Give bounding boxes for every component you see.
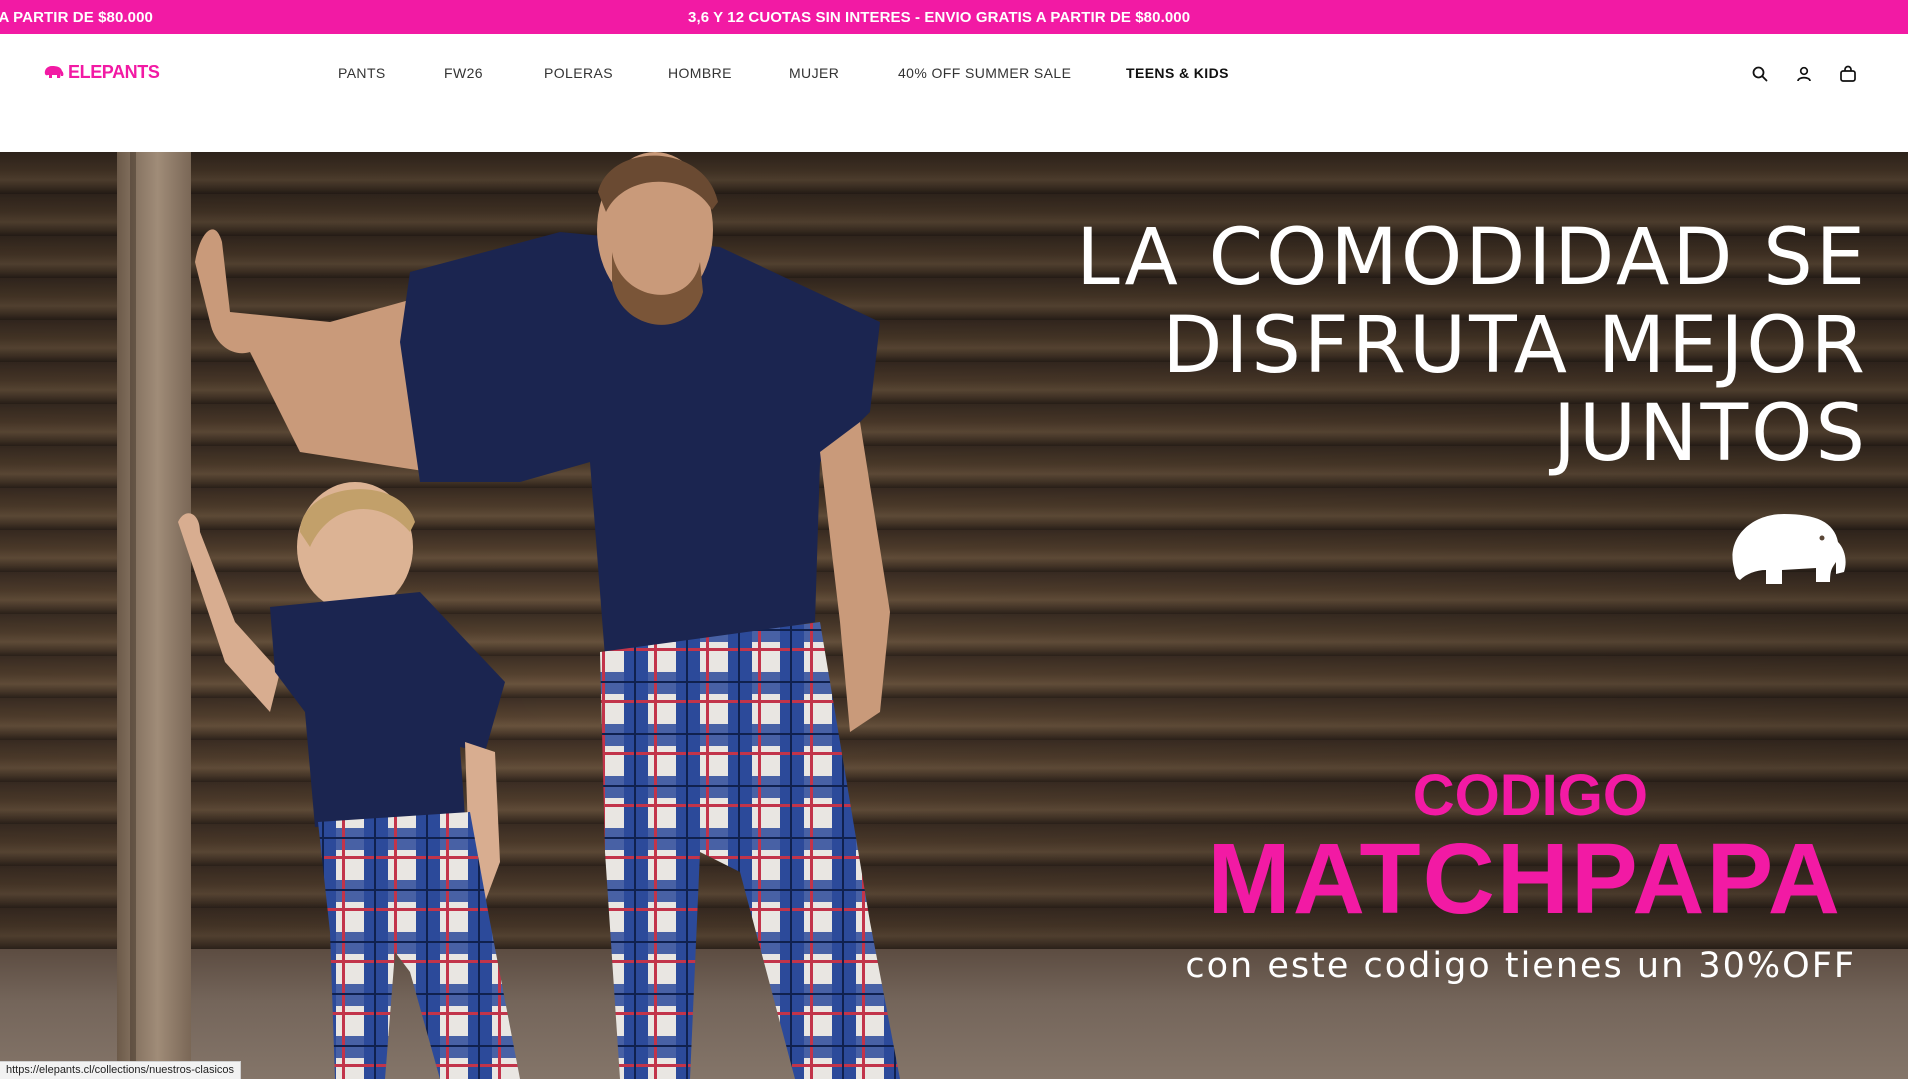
announcement-text: 3,6 Y 12 CUOTAS SIN INTERES - ENVIO GRAT… [688,9,1191,26]
promo-code: MATCHPAPA [1207,823,1842,935]
nav-item-fw26[interactable]: FW26 [444,65,483,81]
search-icon[interactable] [1750,64,1770,84]
nav-item-hombre[interactable]: HOMBRE [668,65,732,81]
hero-headline: LA COMODIDAD SE DISFRUTA MEJOR JUNTOS [968,214,1868,478]
brand-logo[interactable]: ELEPANTS [43,61,160,82]
nav-item-summer-sale[interactable]: 40% OFF SUMMER SALE [898,65,1071,81]
elephant-logo-icon [44,66,64,78]
site-header: ELEPANTS PANTS FW26 POLERAS HOMBRE MUJER… [0,34,1908,152]
cart-icon[interactable] [1838,64,1858,84]
hero-photo-father-son [178,152,900,1079]
promo-label: CODIGO [1412,763,1648,828]
account-icon[interactable] [1794,64,1814,84]
announcement-bar: S A PARTIR DE $80.000 3,6 Y 12 CUOTAS SI… [0,0,1908,34]
headline-line-3: JUNTOS [1553,389,1868,479]
nav-item-mujer[interactable]: MUJER [789,65,839,81]
elephant-icon [1732,514,1846,584]
nav-item-teens-kids[interactable]: TEENS & KIDS [1126,65,1229,81]
headline-line-1: LA COMODIDAD SE [1076,213,1868,303]
hero-banner[interactable]: LA COMODIDAD SE DISFRUTA MEJOR JUNTOS CO… [0,152,1908,1079]
header-actions [1750,64,1858,84]
status-bar-url: https://elepants.cl/collections/nuestros… [0,1061,242,1079]
logo-text: ELEPANTS [68,61,160,82]
headline-line-2: DISFRUTA MEJOR [1162,301,1868,391]
nav-item-pants[interactable]: PANTS [338,65,386,81]
promo-description: con este codigo tienes un 30%OFF [1185,946,1856,986]
announcement-text-left: S A PARTIR DE $80.000 [0,9,153,26]
nav-item-poleras[interactable]: POLERAS [544,65,613,81]
